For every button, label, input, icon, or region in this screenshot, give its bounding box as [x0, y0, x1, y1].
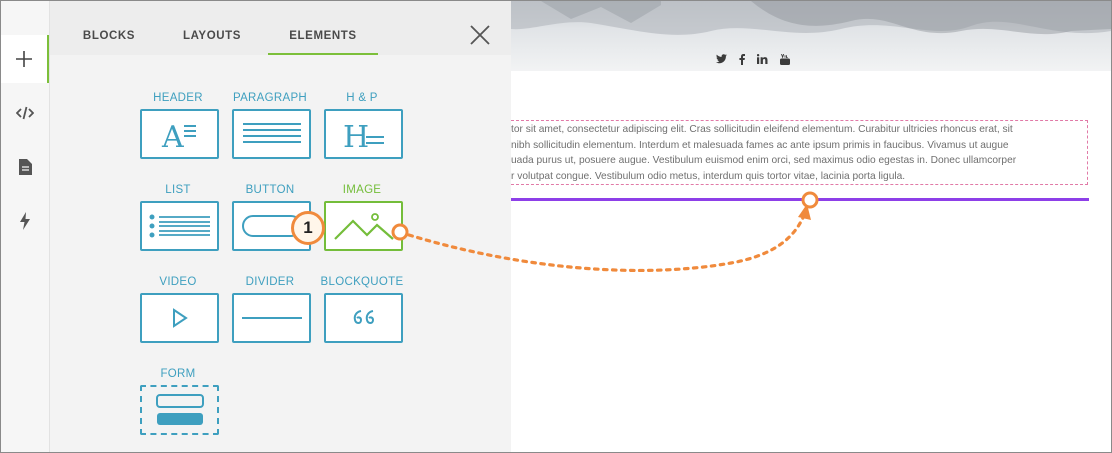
header-icon: A: [161, 120, 196, 151]
drop-target-indicator: [511, 198, 1089, 201]
element-blockquote[interactable]: BLOCKQUOTE: [316, 274, 408, 343]
social-links: [716, 53, 790, 68]
quote-icon: [353, 310, 374, 324]
heading-paragraph-icon: H: [343, 120, 384, 151]
close-icon: [470, 25, 490, 45]
close-panel-button[interactable]: [468, 23, 492, 47]
list-icon: [149, 214, 210, 238]
element-paragraph-label: PARAGRAPH: [232, 92, 308, 104]
page-preview: tor sit amet, consectetur adipiscing eli…: [511, 1, 1111, 452]
element-divider-label: DIVIDER: [245, 276, 295, 288]
element-list-label: LIST: [165, 184, 191, 196]
lightning-icon: [20, 212, 30, 230]
svg-text:A: A: [161, 120, 184, 151]
hero-image: [511, 1, 1111, 71]
divider-icon: [241, 317, 302, 319]
code-button[interactable]: [1, 89, 49, 137]
element-divider[interactable]: DIVIDER: [224, 274, 316, 343]
play-icon: [172, 308, 188, 328]
element-video[interactable]: VIDEO: [132, 274, 224, 343]
paragraph-block[interactable]: tor sit amet, consectetur adipiscing eli…: [511, 120, 1088, 185]
element-form[interactable]: FORM: [132, 366, 224, 435]
paragraph-line: tor sit amet, consectetur adipiscing eli…: [511, 124, 1013, 135]
element-form-label: FORM: [160, 368, 196, 380]
elements-panel: BLOCKS LAYOUTS ELEMENTS HEADER A PARAGRA…: [50, 1, 511, 452]
facebook-icon[interactable]: [739, 54, 745, 68]
linkedin-icon[interactable]: [756, 54, 768, 68]
add-panel-button[interactable]: [1, 35, 49, 83]
panel-tabs: BLOCKS LAYOUTS ELEMENTS: [50, 1, 511, 55]
element-image[interactable]: IMAGE: [316, 182, 408, 251]
element-list[interactable]: LIST: [132, 182, 224, 251]
image-icon: [333, 213, 394, 240]
form-icon: [155, 394, 204, 425]
element-button-label: BUTTON: [245, 184, 295, 196]
element-image-label: IMAGE: [342, 184, 382, 196]
paragraph-line: nibh sollicitudin elementum. Interdum et…: [511, 139, 1009, 151]
twitter-icon[interactable]: [716, 54, 727, 68]
youtube-icon[interactable]: [780, 53, 790, 68]
tab-blocks[interactable]: BLOCKS: [70, 1, 148, 53]
element-h-and-p[interactable]: H & P H: [316, 90, 408, 159]
actions-button[interactable]: [1, 197, 49, 245]
paragraph-line: uada purus ut, posuere augue. Vestibulum…: [511, 155, 1017, 166]
element-blockquote-label: BLOCKQUOTE: [320, 276, 404, 288]
tab-elements[interactable]: ELEMENTS: [268, 1, 378, 55]
element-header-label: HEADER: [153, 92, 203, 104]
plus-icon: [16, 51, 32, 67]
hero-mountain-texture: [511, 1, 1111, 35]
paragraph-icon: [242, 123, 301, 143]
element-button[interactable]: BUTTON: [224, 182, 316, 251]
element-header[interactable]: HEADER A: [132, 90, 224, 159]
svg-text:H: H: [343, 120, 369, 151]
tab-layouts[interactable]: LAYOUTS: [172, 1, 252, 53]
element-video-label: VIDEO: [159, 276, 197, 288]
element-paragraph[interactable]: PARAGRAPH: [224, 90, 316, 159]
paragraph-line: r volutpat congue. Vestibulum odio metus…: [511, 170, 906, 182]
step-number-badge: 1: [291, 211, 325, 245]
document-icon: [18, 159, 32, 175]
code-icon: [16, 106, 34, 120]
element-h-and-p-label: H & P: [346, 92, 378, 104]
builder-window: BLOCKS LAYOUTS ELEMENTS HEADER A PARAGRA…: [0, 0, 1112, 453]
page-settings-button[interactable]: [1, 143, 49, 191]
icon-rail: [1, 1, 50, 452]
